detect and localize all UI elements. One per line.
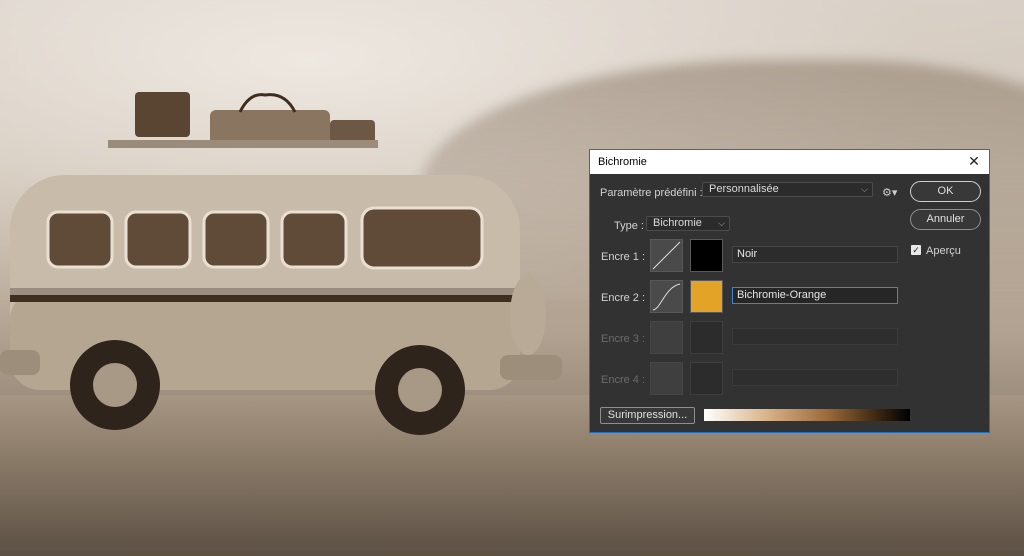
dialog-titlebar: Bichromie ✕ [590,150,989,174]
chevron-down-icon: ⌵ [861,184,868,194]
cancel-button[interactable]: Annuler [910,209,981,230]
ink-2-name-field[interactable]: Bichromie-Orange [732,287,898,304]
preview-label: Aperçu [926,245,961,257]
ink-3-swatch [690,321,723,354]
type-label: Type : [614,220,644,232]
dialog-title: Bichromie [598,156,647,168]
ink-1-label: Encre 1 : [601,251,646,263]
preset-label: Paramètre prédéfini : [600,187,703,199]
close-icon[interactable]: ✕ [965,152,983,170]
ok-button[interactable]: OK [910,181,981,202]
ink-1-curve[interactable] [650,239,683,272]
ink-1-name-field[interactable]: Noir [732,246,898,263]
ink-4-curve [650,362,683,395]
preset-dropdown[interactable]: Personnalisée ⌵ [702,182,873,197]
ink-2-label: Encre 2 : [601,292,646,304]
checkmark-icon: ✓ [912,245,920,255]
ink-3-name-field [732,328,898,345]
linear-curve-icon [652,241,681,270]
ink-4-name-field [732,369,898,386]
chevron-down-icon: ⌵ [718,218,725,228]
duotone-dialog: Bichromie ✕ Paramètre prédéfini : Person… [589,149,990,433]
ink-3-label: Encre 3 : [601,333,646,345]
duotone-gradient-preview [704,409,910,421]
ink-4-label: Encre 4 : [601,374,646,386]
ink-2-curve[interactable] [650,280,683,313]
preset-value: Personnalisée [709,183,779,195]
type-value: Bichromie [653,217,702,229]
ink-3-curve [650,321,683,354]
s-curve-icon [652,283,681,311]
gear-icon[interactable]: ⚙▾ [882,186,897,199]
ink-4-swatch [690,362,723,395]
ink-2-swatch[interactable] [690,280,723,313]
ink-1-swatch[interactable] [690,239,723,272]
overprint-button[interactable]: Surimpression... [600,407,695,424]
type-dropdown[interactable]: Bichromie ⌵ [646,216,730,231]
preview-checkbox[interactable]: ✓ [911,245,921,255]
